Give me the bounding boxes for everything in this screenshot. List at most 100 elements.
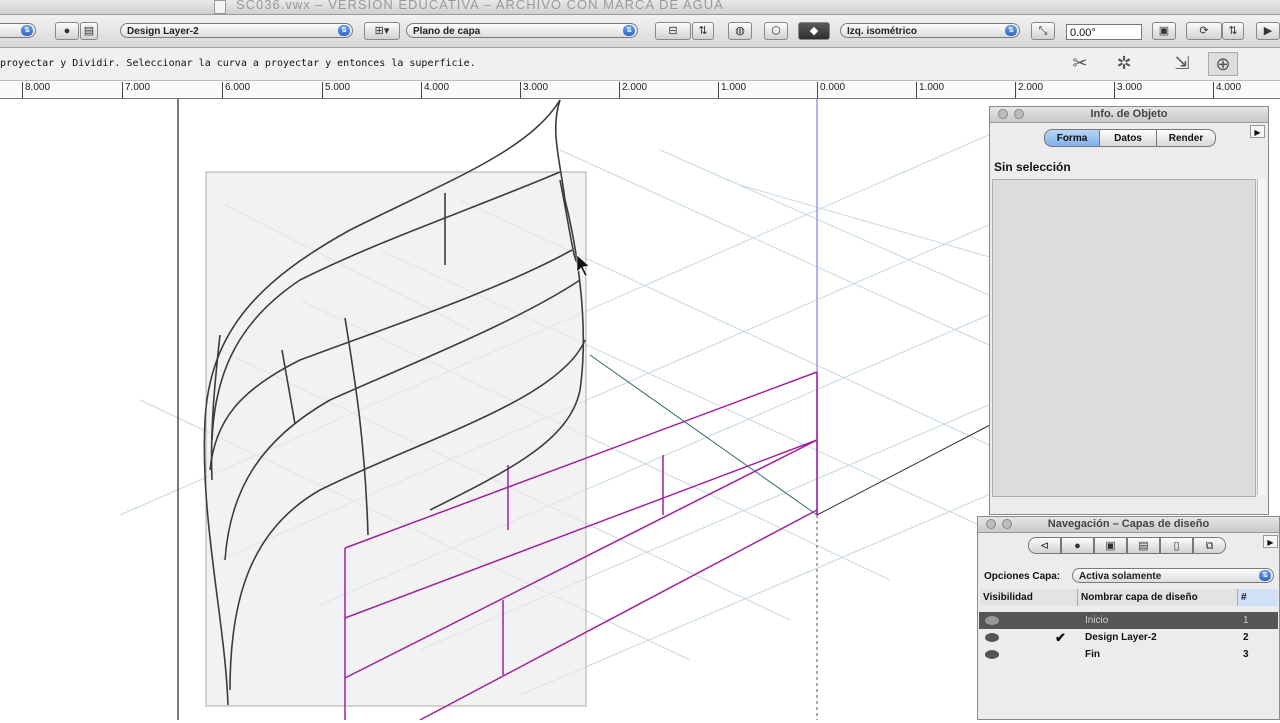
stack-icon: ▣ xyxy=(1158,25,1170,37)
column-layer-name[interactable]: Nombrar capa de diseño xyxy=(1078,589,1238,606)
split-tool-icon[interactable]: ✂ xyxy=(1066,52,1094,74)
layer-row-inicio[interactable]: Inicio 1 xyxy=(979,612,1278,629)
triangle-right-icon: ▶ xyxy=(1263,25,1273,37)
triangle-right-icon: ▶ xyxy=(1267,538,1274,547)
ruler-label: 4.000 xyxy=(424,82,450,93)
nav-tab-sheets[interactable]: ▣ xyxy=(1094,537,1127,554)
ruler-tick xyxy=(1015,82,1016,98)
layer-number: 3 xyxy=(1243,649,1249,660)
ruler-label: 5.000 xyxy=(325,82,351,93)
projection-button[interactable]: ◆ xyxy=(798,22,830,40)
ruler-label: 0.000 xyxy=(820,82,846,93)
angle-field[interactable]: 0.00° xyxy=(1066,24,1142,40)
layer-row-fin[interactable]: Fin 3 xyxy=(979,646,1278,663)
rotate-view-button[interactable]: ⟳ xyxy=(1186,22,1222,40)
zoom-button[interactable]: ◍ xyxy=(728,22,752,40)
palette-menu-button[interactable]: ▶ xyxy=(1250,125,1265,138)
classes-icon: ⊲ xyxy=(1039,540,1050,552)
visibility-eye-icon[interactable] xyxy=(985,650,999,659)
plane-button[interactable]: ⊞▾ xyxy=(364,22,400,40)
minimize-button[interactable] xyxy=(1014,109,1024,119)
visibility-eye-icon[interactable] xyxy=(985,616,999,625)
active-check-icon: ✔ xyxy=(1055,630,1066,645)
rotate-icon: ⟳ xyxy=(1199,25,1209,37)
minimize-button[interactable] xyxy=(1002,519,1012,529)
y-axis xyxy=(816,424,991,516)
layer-name: Design Layer-2 xyxy=(1085,632,1157,643)
projection-icon: ◆ xyxy=(809,25,819,37)
nav-tab-views[interactable]: ▤ xyxy=(1127,537,1160,554)
zoom-icon: ◍ xyxy=(735,25,745,37)
render-mode-button[interactable]: ⬡ xyxy=(764,22,788,40)
ruler-label: 1.000 xyxy=(721,82,747,93)
layer-options-value: Activa solamente xyxy=(1079,571,1162,582)
ruler-tick xyxy=(1114,82,1115,98)
view-select[interactable]: Izq. isométrico ⇅ xyxy=(840,23,1020,38)
ruler-tick xyxy=(718,82,719,98)
layer-number: 1 xyxy=(1243,615,1249,626)
toolbar-expand-button[interactable]: ▶ xyxy=(1256,22,1280,40)
reference-icon: ▯ xyxy=(1173,540,1180,552)
column-visibility[interactable]: Visibilidad xyxy=(980,589,1078,606)
triangle-right-icon: ▶ xyxy=(1254,128,1261,137)
plane-select[interactable]: Plano de capa ⇅ xyxy=(406,23,638,38)
ruler-tick xyxy=(1213,82,1214,98)
view-history-arrows[interactable]: ⇅ xyxy=(692,22,714,40)
gear-icon[interactable]: ✲ xyxy=(1110,52,1138,74)
close-button[interactable] xyxy=(998,109,1008,119)
view-icon: ⊟ xyxy=(668,25,678,37)
ruler-tick xyxy=(817,82,818,98)
ruler-label: 1.000 xyxy=(919,82,945,93)
navigation-palette: Navegación – Capas de diseño ⊲ ● ▣ ▤ ▯ ⧉… xyxy=(977,516,1280,720)
plane-select-value: Plano de capa xyxy=(413,26,481,37)
layer-select-value: Design Layer-2 xyxy=(127,26,199,37)
layer-options-label: Opciones Capa: xyxy=(984,571,1061,582)
project-icon[interactable]: ⇲ xyxy=(1168,52,1196,74)
snap-icon: ⤡ xyxy=(1038,25,1048,37)
view-history-button[interactable]: ⊟ xyxy=(655,22,691,40)
class-popup[interactable]: ⇅ xyxy=(0,23,36,38)
layer-select[interactable]: Design Layer-2 ⇅ xyxy=(120,23,353,38)
tab-forma[interactable]: Forma xyxy=(1044,129,1100,147)
snap-button[interactable]: ⤡ xyxy=(1031,22,1055,40)
palette-menu-button[interactable]: ▶ xyxy=(1263,535,1278,548)
ruler-tick xyxy=(122,82,123,98)
rotate-arrows[interactable]: ⇅ xyxy=(1222,22,1244,40)
ruler-tick xyxy=(619,82,620,98)
view-select-value: Izq. isométrico xyxy=(847,26,918,37)
nav-tab-symbols[interactable]: ⧉ xyxy=(1193,537,1226,554)
ruler-tick xyxy=(22,82,23,98)
object-info-palette: Info. de Objeto Forma Datos Render ▶ Sin… xyxy=(989,106,1269,515)
updown-icon: ⇅ xyxy=(1228,25,1238,37)
ruler-tick xyxy=(421,82,422,98)
window-titlebar: SC036.vwx – VERSIÓN EDUCATIVA – ARCHIVO … xyxy=(0,0,1280,15)
layer-options-select[interactable]: Activa solamente ⇅ xyxy=(1072,568,1274,583)
ruler-label: 3.000 xyxy=(523,82,549,93)
info-scrollbar[interactable] xyxy=(1257,179,1266,495)
info-content-area xyxy=(992,179,1256,497)
ruler-tick xyxy=(222,82,223,98)
tab-datos[interactable]: Datos xyxy=(1099,129,1157,147)
message-bar: proyectar y Dividir. Seleccionar la curv… xyxy=(0,48,1280,81)
nav-tab-references[interactable]: ▯ xyxy=(1160,537,1193,554)
layer-row-design-layer-2[interactable]: ✔ Design Layer-2 2 xyxy=(979,629,1278,646)
document-icon xyxy=(214,0,226,14)
mode-icon[interactable]: ⊕ xyxy=(1208,52,1238,76)
symbol-icon: ⧉ xyxy=(1205,540,1214,552)
nav-tab-layers[interactable]: ● xyxy=(1061,537,1094,554)
view-icon: ▤ xyxy=(1138,540,1149,552)
column-number[interactable]: # xyxy=(1238,589,1278,606)
nav-tab-classes[interactable]: ⊲ xyxy=(1028,537,1061,554)
visibility-eye-icon[interactable] xyxy=(985,633,999,642)
stack-button[interactable]: ▣ xyxy=(1152,22,1176,40)
layer-name: Fin xyxy=(1085,649,1100,660)
layer-options-button[interactable]: ▤ xyxy=(80,22,98,40)
class-options-button[interactable]: ● xyxy=(55,22,79,40)
render-icon: ⬡ xyxy=(771,25,781,37)
surface-plane[interactable] xyxy=(205,171,587,707)
updown-icon: ⇅ xyxy=(698,25,708,37)
class-icon: ● xyxy=(63,25,71,37)
ruler-label: 2.000 xyxy=(1018,82,1044,93)
close-button[interactable] xyxy=(986,519,996,529)
tab-render[interactable]: Render xyxy=(1156,129,1216,147)
